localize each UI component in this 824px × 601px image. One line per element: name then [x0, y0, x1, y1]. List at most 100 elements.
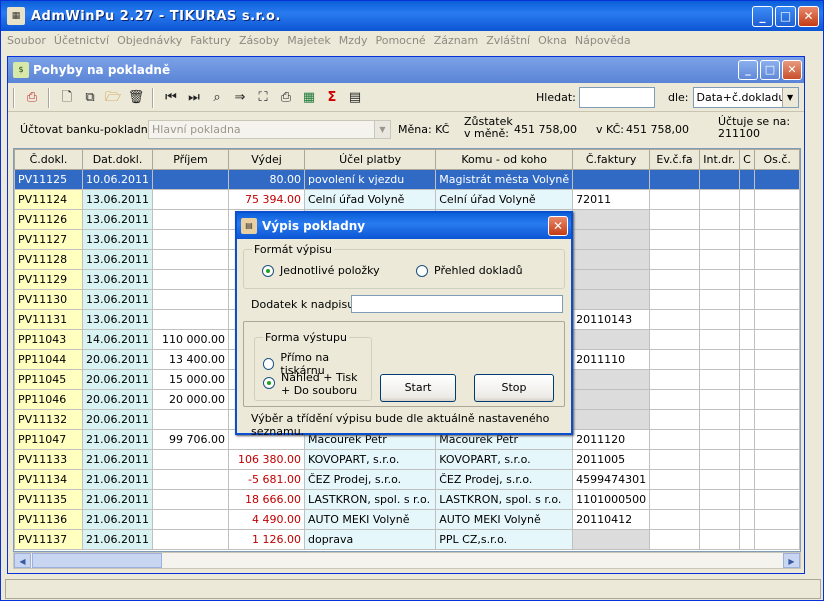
cell-komu[interactable]: LASTKRON, spol. s r.o.	[435, 489, 574, 510]
cell-dokl[interactable]: PP11045	[14, 369, 84, 390]
cell-dat[interactable]: 20.06.2011	[82, 389, 154, 410]
cell-dokl[interactable]: PV11137	[14, 529, 84, 550]
cell-empty[interactable]	[738, 429, 756, 450]
new-doc-icon[interactable]: 🗋	[56, 87, 78, 109]
cell-dokl[interactable]: PP11044	[14, 349, 84, 370]
table-row[interactable]: PV11134 21.06.2011 -5 681.00 ČEZ Prodej, s.…	[14, 469, 800, 490]
cell-empty[interactable]	[738, 369, 756, 390]
cell-cf[interactable]	[572, 249, 651, 270]
append-input[interactable]	[351, 295, 563, 313]
menu-mzdy[interactable]: Mzdy	[339, 34, 368, 47]
cell-komu[interactable]: Magistrát města Volyně	[435, 169, 574, 190]
cell-prijem[interactable]	[152, 489, 229, 510]
menu-soubor[interactable]: Soubor	[7, 34, 46, 47]
start-button[interactable]: Start	[380, 374, 456, 402]
column-header[interactable]: Č.dokl.	[14, 149, 84, 170]
cell-empty[interactable]	[754, 389, 800, 410]
cell-dokl[interactable]: PV11125	[14, 169, 84, 190]
delete-icon[interactable]: 🗑	[125, 87, 147, 109]
cell-empty[interactable]	[649, 429, 700, 450]
cell-prijem[interactable]	[152, 209, 229, 230]
cell-prijem[interactable]: 13 400.00	[152, 349, 229, 370]
cell-dat[interactable]: 13.06.2011	[82, 309, 154, 330]
cell-prijem[interactable]	[152, 269, 229, 290]
cell-empty[interactable]	[754, 229, 800, 250]
table-row[interactable]: PV11135 21.06.2011 18 666.00 LASTKRON, spol…	[14, 489, 800, 510]
cell-dokl[interactable]: PV11133	[14, 449, 84, 470]
cell-dokl[interactable]: PV11124	[14, 189, 84, 210]
open-folder-icon[interactable]: 🗁	[102, 87, 124, 109]
cell-empty[interactable]	[754, 369, 800, 390]
cell-komu[interactable]: Celní úřad Volyně	[435, 189, 574, 210]
table-row[interactable]: PV11124 13.06.2011 75 394.00 Celní úřad Vol…	[14, 189, 800, 210]
cell-dokl[interactable]: PP11046	[14, 389, 84, 410]
cell-empty[interactable]	[698, 289, 740, 310]
cell-cf[interactable]: 1101000500	[572, 489, 651, 510]
cell-cf[interactable]	[572, 289, 651, 310]
radio-overview-dot[interactable]	[416, 264, 428, 277]
cell-empty[interactable]	[738, 469, 756, 490]
cell-prijem[interactable]: 99 706.00	[152, 429, 229, 450]
cell-empty[interactable]	[649, 229, 700, 250]
child-title-bar[interactable]: $ Pohyby na pokladně _ □ ✕	[8, 57, 804, 83]
title-bar[interactable]: ▦ AdmWinPu 2.27 - TIKURAS s.r.o. _ □ ✕	[1, 1, 823, 31]
cell-prijem[interactable]	[152, 249, 229, 270]
radio-preview[interactable]: Náhled + Tisk + Do souboru	[263, 371, 358, 397]
cell-ucel[interactable]: KOVOPART, s.r.o.	[303, 449, 437, 470]
cell-vydej[interactable]: 1 126.00	[228, 529, 305, 550]
scroll-thumb[interactable]	[32, 553, 162, 568]
cell-empty[interactable]	[649, 309, 700, 330]
cell-cf[interactable]: 20110412	[572, 509, 651, 530]
cell-empty[interactable]	[698, 409, 740, 430]
cell-empty[interactable]	[698, 309, 740, 330]
cell-cf[interactable]	[572, 529, 651, 550]
cell-empty[interactable]	[754, 409, 800, 430]
cell-empty[interactable]	[754, 489, 800, 510]
column-header[interactable]: Výdej	[228, 149, 305, 170]
table-row[interactable]: PV11137 21.06.2011 1 126.00 doprava PPL CZ,s…	[14, 529, 800, 550]
cell-ucel[interactable]: doprava	[303, 529, 437, 550]
cell-dokl[interactable]: PV11129	[14, 269, 84, 290]
cell-dokl[interactable]: PV11132	[14, 409, 84, 430]
cell-empty[interactable]	[738, 189, 756, 210]
cell-vydej[interactable]: 75 394.00	[228, 189, 305, 210]
cell-dokl[interactable]: PV11135	[14, 489, 84, 510]
cell-empty[interactable]	[738, 209, 756, 230]
menu-zasoby[interactable]: Zásoby	[239, 34, 279, 47]
select-area-icon[interactable]: ⛶	[252, 87, 274, 109]
cell-dokl[interactable]: PV11136	[14, 509, 84, 530]
cell-empty[interactable]	[649, 389, 700, 410]
cell-empty[interactable]	[698, 229, 740, 250]
cell-vydej[interactable]: 4 490.00	[228, 509, 305, 530]
cell-dokl[interactable]: PV11134	[14, 469, 84, 490]
radio-preview-dot[interactable]	[263, 377, 275, 389]
cell-empty[interactable]	[698, 529, 740, 550]
cell-dokl[interactable]: PV11131	[14, 309, 84, 330]
menu-majetek[interactable]: Majetek	[287, 34, 331, 47]
cell-empty[interactable]	[649, 169, 700, 190]
cell-empty[interactable]	[738, 229, 756, 250]
cell-empty[interactable]	[738, 409, 756, 430]
cell-prijem[interactable]	[152, 289, 229, 310]
cell-cf[interactable]	[572, 269, 651, 290]
child-close-button[interactable]: ✕	[782, 60, 802, 80]
cell-empty[interactable]	[698, 469, 740, 490]
sum-icon[interactable]: Σ	[321, 87, 343, 109]
radio-overview[interactable]: Přehled dokladů	[416, 264, 523, 277]
cell-empty[interactable]	[698, 209, 740, 230]
column-header[interactable]: Účel platby	[303, 149, 437, 170]
table-row[interactable]: PV11133 21.06.2011 106 380.00 KOVOPART, s.r…	[14, 449, 800, 470]
cell-dat[interactable]: 10.06.2011	[82, 169, 154, 190]
cell-empty[interactable]	[738, 269, 756, 290]
cell-prijem[interactable]: 15 000.00	[152, 369, 229, 390]
cell-dat[interactable]: 21.06.2011	[82, 469, 154, 490]
cell-empty[interactable]	[649, 409, 700, 430]
scroll-left-icon[interactable]: ◀	[14, 553, 31, 568]
radio-printer-dot[interactable]	[263, 358, 275, 370]
cell-empty[interactable]	[754, 189, 800, 210]
cell-vydej[interactable]: -5 681.00	[228, 469, 305, 490]
cell-prijem[interactable]	[152, 189, 229, 210]
cell-komu[interactable]: KOVOPART, s.r.o.	[435, 449, 574, 470]
search-input[interactable]	[578, 87, 655, 108]
cell-empty[interactable]	[698, 369, 740, 390]
